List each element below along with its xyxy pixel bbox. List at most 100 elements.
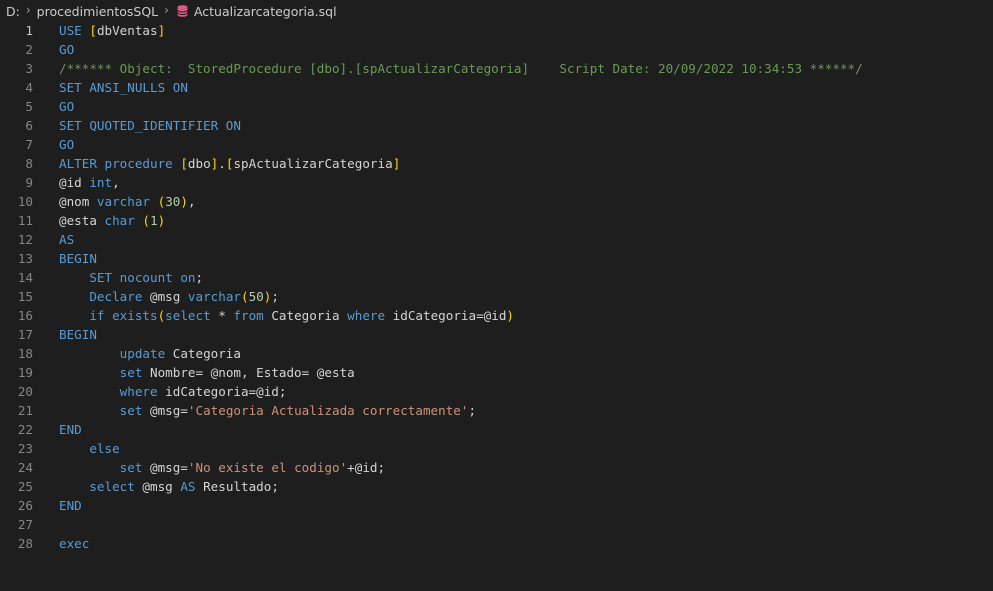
code-token: select xyxy=(59,479,143,494)
code-token: USE xyxy=(59,23,90,38)
code-token: , xyxy=(187,194,196,209)
code-token: END xyxy=(59,498,82,513)
code-content: if exists(select * from Categoria where … xyxy=(59,306,514,325)
line-number: 19 xyxy=(17,365,33,380)
code-token: AS xyxy=(59,232,75,247)
code-token: idCategoria=@id; xyxy=(165,384,287,399)
breadcrumb-file[interactable]: Actualizarcategoria.sql xyxy=(194,4,337,19)
code-line[interactable]: 13 BEGIN xyxy=(0,249,993,268)
code-line[interactable]: 10 @nom varchar (30), xyxy=(0,192,993,211)
line-number: 6 xyxy=(25,118,33,133)
line-number: 7 xyxy=(25,137,33,152)
code-token: GO xyxy=(59,137,75,152)
line-number: 24 xyxy=(17,460,33,475)
code-line[interactable]: 22 END xyxy=(0,420,993,439)
code-token: Nombre= @nom, Estado= @esta xyxy=(150,365,355,380)
line-number: 23 xyxy=(17,441,33,456)
code-line[interactable]: 11 @esta char (1) xyxy=(0,211,993,230)
code-content: SET QUOTED_IDENTIFIER ON xyxy=(59,116,241,135)
code-content: update Categoria xyxy=(59,344,241,363)
code-token: varchar xyxy=(187,289,241,304)
code-token: update xyxy=(59,346,173,361)
code-token: @esta xyxy=(59,213,105,228)
code-line[interactable]: 8 ALTER procedure [dbo].[spActualizarCate… xyxy=(0,154,993,173)
code-content: else xyxy=(59,439,119,458)
code-token: 'No existe el codigo' xyxy=(187,460,348,475)
code-token: 1 xyxy=(150,213,158,228)
code-content: /****** Object: StoredProcedure [dbo].[s… xyxy=(59,59,863,78)
code-token: ; xyxy=(468,403,477,418)
code-token: set xyxy=(59,460,150,475)
code-content: AS xyxy=(59,230,74,249)
code-token: 'Categoria Actualizada correctamente' xyxy=(187,403,469,418)
code-token: ; xyxy=(271,289,279,304)
code-line[interactable]: 19 set Nombre= @nom, Estado= @esta xyxy=(0,363,993,382)
line-number: 26 xyxy=(17,498,33,513)
code-line[interactable]: 4 SET ANSI_NULLS ON xyxy=(0,78,993,97)
code-token: BEGIN xyxy=(59,327,97,342)
line-number: 25 xyxy=(17,479,33,494)
code-content: exec xyxy=(59,534,89,553)
database-icon xyxy=(177,5,188,17)
code-line[interactable]: 3 /****** Object: StoredProcedure [dbo].[… xyxy=(0,59,993,78)
code-line[interactable]: 9 @id int, xyxy=(0,173,993,192)
code-line[interactable]: 24 set @msg='No existe el codigo'+@id; xyxy=(0,458,993,477)
code-content: Declare @msg varchar(50); xyxy=(59,287,279,306)
code-token: @nom xyxy=(59,194,97,209)
code-line[interactable]: 2 GO xyxy=(0,40,993,59)
code-line[interactable]: 7 GO xyxy=(0,135,993,154)
code-line[interactable]: 6 SET QUOTED_IDENTIFIER ON xyxy=(0,116,993,135)
line-number: 27 xyxy=(17,517,33,532)
code-line[interactable]: 14 SET nocount on; xyxy=(0,268,993,287)
code-line[interactable]: 20 where idCategoria=@id; xyxy=(0,382,993,401)
code-content: @nom varchar (30), xyxy=(59,192,196,211)
code-token: 30 xyxy=(165,194,181,209)
code-token: , xyxy=(112,175,120,190)
code-token: if exists xyxy=(59,308,158,323)
breadcrumb-folder[interactable]: procedimientosSQL xyxy=(37,4,158,19)
code-content: BEGIN xyxy=(59,249,97,268)
code-editor[interactable]: 1 USE [dbVentas] 2 GO 3/****** Object: Store… xyxy=(0,21,993,591)
code-content: set @msg='Categoria Actualizada correcta… xyxy=(59,401,476,420)
code-content: set Nombre= @nom, Estado= @esta xyxy=(59,363,355,382)
code-content: @esta char (1) xyxy=(59,211,165,230)
code-content: GO xyxy=(59,97,74,116)
code-token: . xyxy=(218,156,226,171)
code-line[interactable]: 5 GO xyxy=(0,97,993,116)
code-line[interactable]: 28 exec xyxy=(0,534,993,553)
code-token: @msg xyxy=(150,289,188,304)
code-token: ; xyxy=(195,270,204,285)
code-content: where idCategoria=@id; xyxy=(59,382,287,401)
code-token: spActualizarCategoria xyxy=(233,156,393,171)
breadcrumb-drive[interactable]: D: xyxy=(6,4,20,19)
code-token: ) xyxy=(506,308,514,323)
code-line[interactable]: 21 set @msg='Categoria Actualizada corre… xyxy=(0,401,993,420)
code-token: SET nocount on xyxy=(59,270,196,285)
code-line[interactable]: 15 Declare @msg varchar(50); xyxy=(0,287,993,306)
code-line[interactable]: 1 USE [dbVentas] xyxy=(0,21,993,40)
code-line[interactable]: 16 if exists(select * from Categoria whe… xyxy=(0,306,993,325)
code-token: ] xyxy=(392,156,401,171)
code-line[interactable]: 25 select @msg AS Resultado; xyxy=(0,477,993,496)
code-line[interactable]: 23 else xyxy=(0,439,993,458)
code-line[interactable]: 26 END xyxy=(0,496,993,515)
code-line[interactable]: 12 AS xyxy=(0,230,993,249)
code-token: GO xyxy=(59,42,75,57)
code-token: char xyxy=(104,213,143,228)
code-token: [ xyxy=(180,156,188,171)
line-number: 22 xyxy=(17,422,33,437)
line-number: 16 xyxy=(17,308,33,323)
code-content: @id int, xyxy=(59,173,120,192)
code-line[interactable]: 18 update Categoria xyxy=(0,344,993,363)
line-number: 10 xyxy=(17,194,33,209)
code-token: varchar xyxy=(96,194,158,209)
code-token: /****** Object: StoredProcedure [dbo].[s… xyxy=(59,61,863,76)
code-token: Declare xyxy=(59,289,150,304)
code-token: Resultado; xyxy=(203,479,279,494)
code-line[interactable]: 17 BEGIN xyxy=(0,325,993,344)
code-token: Categoria xyxy=(271,308,348,323)
code-token: int xyxy=(89,175,113,190)
code-line[interactable]: 27 xyxy=(0,515,993,534)
code-token: SET ANSI_NULLS ON xyxy=(59,80,188,95)
code-token: ALTER procedure xyxy=(59,156,181,171)
